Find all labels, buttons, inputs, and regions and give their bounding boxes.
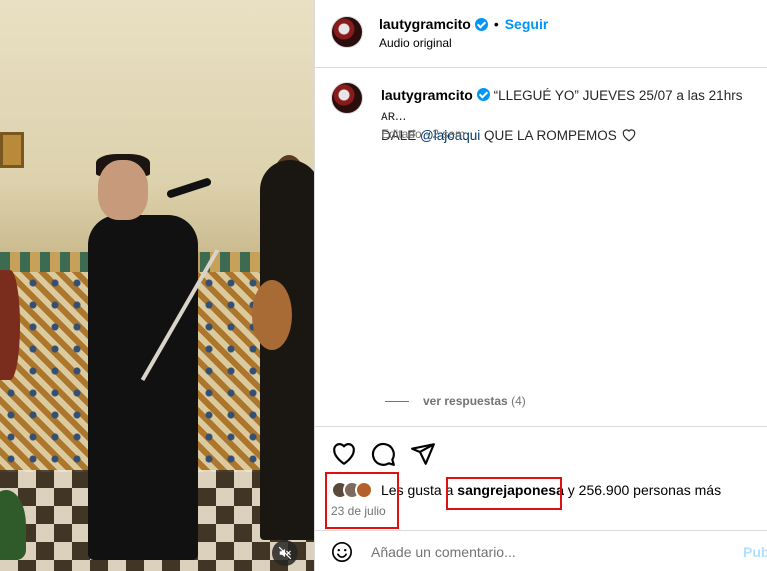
audio-link[interactable]: Audio original	[379, 36, 452, 50]
share-icon[interactable]	[410, 441, 436, 467]
comment-bar: Publicar	[315, 530, 767, 571]
caption-line3: QUE LA ROMPEMOS	[480, 128, 617, 143]
follow-button[interactable]: Seguir	[505, 16, 549, 32]
post-view: lautygramcito • Seguir Audio original la…	[0, 0, 767, 571]
post-video[interactable]	[0, 0, 314, 571]
likes-text: Les gusta a sangrejaponesa y 256.900 per…	[381, 482, 721, 498]
singer	[88, 215, 198, 560]
post-header: lautygramcito • Seguir Audio original	[315, 0, 767, 68]
guitarist	[260, 160, 314, 540]
separator-dot: •	[493, 16, 499, 32]
liker-username[interactable]: sangrejaponesa	[457, 482, 564, 498]
mute-button[interactable]	[272, 540, 298, 566]
replies-line	[385, 400, 409, 402]
comment-input[interactable]	[371, 541, 731, 563]
emoji-icon[interactable]	[331, 541, 353, 563]
caption-meta: Editado · 2 sem	[381, 127, 465, 141]
view-replies-button[interactable]: ver respuestas (4)	[385, 394, 526, 408]
caption-avatar[interactable]	[331, 82, 363, 114]
likes-suffix[interactable]: y 256.900 personas más	[564, 482, 721, 498]
likes-prefix: Les gusta a	[381, 482, 458, 498]
heart-emoji-icon	[622, 129, 635, 142]
header-title-row: lautygramcito • Seguir	[379, 16, 548, 32]
post-date[interactable]: 23 de julio	[331, 504, 386, 518]
publish-button[interactable]: Publicar	[743, 544, 767, 560]
replies-label: ver respuestas (4)	[423, 394, 526, 408]
muted-speaker-icon	[278, 546, 292, 560]
liker-avatars[interactable]	[331, 481, 373, 499]
edited-label: Editado	[381, 127, 422, 141]
post-actions: Les gusta a sangrejaponesa y 256.900 per…	[315, 426, 767, 530]
author-username[interactable]: lautygramcito	[379, 16, 471, 32]
left-musician	[0, 270, 20, 380]
likes-summary: Les gusta a sangrejaponesa y 256.900 per…	[331, 481, 721, 499]
author-avatar[interactable]	[331, 16, 363, 48]
post-side-panel: lautygramcito • Seguir Audio original la…	[314, 0, 767, 571]
heart-icon[interactable]	[331, 441, 357, 467]
caption-username[interactable]: lautygramcito	[381, 87, 473, 103]
guitar	[252, 280, 292, 350]
verified-badge-icon	[476, 88, 490, 101]
verified-badge-icon	[474, 17, 488, 31]
meta-separator: ·	[421, 127, 433, 141]
time-ago[interactable]: 2 sem	[432, 127, 465, 141]
caption-section: lautygramcito “LLEGUÉ YO” JUEVES 25/07 a…	[315, 69, 767, 426]
singer-head	[98, 160, 148, 220]
liker-avatar	[355, 481, 373, 499]
comment-icon[interactable]	[370, 441, 396, 467]
wall-frame	[0, 132, 24, 168]
replies-count: (4)	[511, 394, 526, 408]
